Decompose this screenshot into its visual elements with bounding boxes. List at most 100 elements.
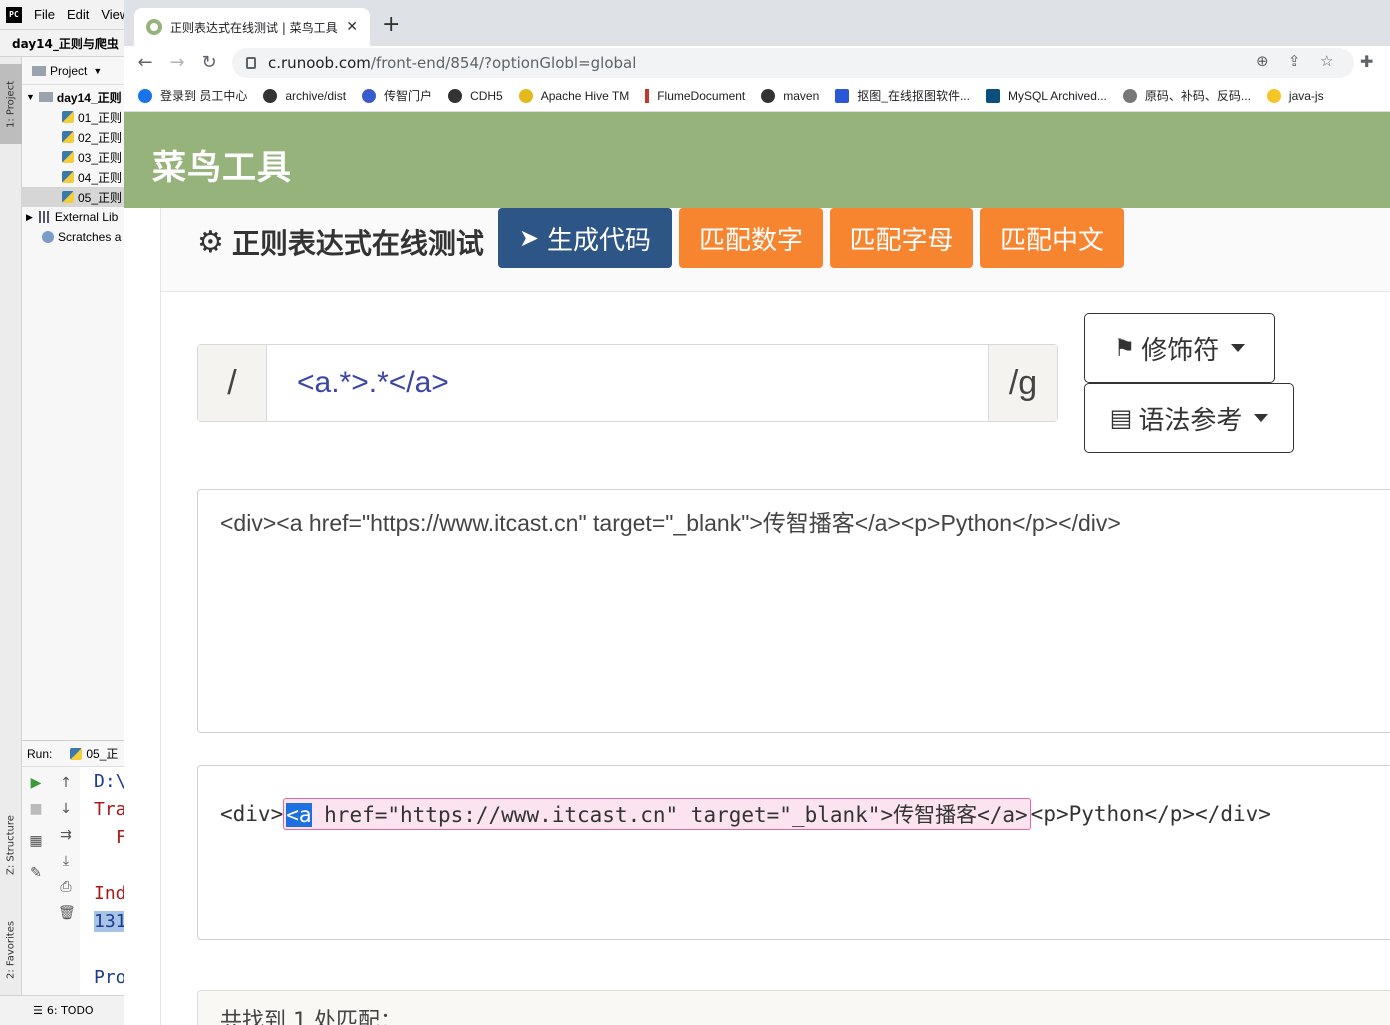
tree-item-file[interactable]: 02_正则 [22, 127, 131, 147]
python-file-icon [62, 131, 74, 143]
zoom-icon[interactable]: ⊕ [1256, 52, 1269, 70]
python-file-icon [62, 151, 74, 163]
github-icon [448, 88, 463, 103]
bookmark-item[interactable]: FlumeDocument [645, 88, 745, 103]
list-icon: ☰ [33, 1004, 43, 1017]
chevron-down-icon[interactable]: ▼ [93, 66, 102, 76]
python-file-icon [62, 171, 74, 183]
match-result-box[interactable]: <div> <a href="https://www.itcast.cn" ta… [197, 765, 1390, 940]
run-panel-header: Run: 05_正 [22, 741, 131, 767]
browser-tab-active[interactable]: 正则表达式在线测试 | 菜鸟工具 ✕ [134, 8, 370, 46]
soft-wrap-icon[interactable]: ⇉ [58, 827, 74, 843]
tab-project[interactable]: 1: Project [0, 64, 22, 144]
expand-arrow-icon[interactable]: ▼ [26, 92, 35, 102]
console-line: Ind [94, 883, 127, 904]
syntax-reference-dropdown[interactable]: ▤ 语法参考 [1084, 383, 1294, 453]
bookmark-label: 传智门户 [384, 89, 433, 103]
caret-down-icon [1254, 414, 1269, 422]
todo-label: 6: TODO [46, 1004, 94, 1017]
bookmarks-bar: 登录到 员工中心 archive/dist 传智门户 CDH5 Apache H… [124, 80, 1390, 112]
extensions-puzzle-icon[interactable]: ✚ [1360, 52, 1373, 71]
result-text-after: <p>Python</p></div> [1030, 802, 1271, 826]
print-icon[interactable]: ⎙ [58, 879, 74, 895]
bookmark-item[interactable]: 原码、补码、反码... [1122, 87, 1251, 104]
run-label: Run: [27, 746, 53, 761]
new-tab-icon[interactable]: + [382, 12, 400, 37]
scratches-icon [42, 231, 54, 243]
project-panel-header[interactable]: Project ▼ [22, 57, 131, 85]
project-folder-icon [32, 65, 46, 76]
trash-icon[interactable]: 🗑 [58, 905, 76, 921]
bookmark-label: 登录到 员工中心 [160, 89, 248, 103]
pin-icon[interactable]: ✎ [28, 865, 44, 881]
library-icon [38, 211, 51, 223]
tree-item-label: 05_正则 [78, 190, 123, 205]
tree-item-file[interactable]: 01_正则 [22, 107, 131, 127]
address-bar[interactable]: c.runoob.com/front-end/854/?optionGlobl=… [232, 48, 1354, 78]
bookmark-item[interactable]: java-js [1266, 88, 1324, 103]
bookmark-item[interactable]: 抠图_在线抠图软件... [835, 87, 970, 104]
modifier-dropdown[interactable]: ⚑ 修饰符 [1084, 313, 1275, 383]
bookmark-item[interactable]: MySQL Archived... [985, 88, 1107, 103]
github-icon [761, 88, 776, 103]
generate-code-button[interactable]: ➤ 生成代码 [498, 208, 672, 268]
tab-structure[interactable]: Z: Structure [0, 800, 22, 890]
tree-item-scratches[interactable]: Scratches a [22, 227, 131, 247]
stop-icon[interactable]: ■ [28, 801, 44, 817]
share-icon[interactable]: ⇪ [1288, 52, 1301, 70]
tree-item-label: External Lib [54, 210, 119, 224]
lock-icon[interactable] [246, 57, 256, 69]
runoob-favicon-icon [146, 19, 162, 35]
tree-item-external-libs[interactable]: ▶ External Lib [22, 207, 131, 227]
bookmark-label: Apache Hive TM [540, 88, 630, 103]
bookmark-item[interactable]: maven [761, 88, 819, 103]
forward-icon[interactable]: → [164, 50, 190, 76]
layout-icon[interactable]: ▦ [28, 833, 44, 849]
tab-favorites[interactable]: 2: Favorites [0, 905, 22, 995]
bookmark-item[interactable]: 传智门户 [362, 87, 432, 104]
panel-heading: ⚙ 正则表达式在线测试 ➤ 生成代码 匹配数字 匹配字母 匹配中文 [161, 208, 1390, 292]
arrow-up-icon[interactable]: ↑ [58, 775, 74, 791]
project-panel: Project ▼ ▼ day14_正则 01_正则 02_正则 03_正则 0… [22, 57, 131, 747]
bookmark-label: 原码、补码、反码... [1144, 89, 1251, 103]
ide-menubar: PC File Edit View [0, 0, 131, 29]
site-logo-title[interactable]: 菜鸟工具 [152, 140, 292, 189]
tab-title: 正则表达式在线测试 | 菜鸟工具 [170, 20, 338, 35]
bookmark-item[interactable]: 登录到 员工中心 [138, 87, 247, 104]
match-chinese-button[interactable]: 匹配中文 [980, 208, 1124, 268]
syntax-label: 语法参考 [1138, 405, 1243, 436]
menu-edit[interactable]: Edit [67, 7, 89, 22]
regex-input[interactable] [297, 366, 988, 400]
tree-item-file[interactable]: 04_正则 [22, 167, 131, 187]
menu-file[interactable]: File [34, 7, 55, 22]
bookmark-item[interactable]: CDH5 [448, 88, 503, 103]
back-icon[interactable]: ← [132, 50, 158, 76]
reload-icon[interactable]: ↻ [196, 50, 222, 76]
bookmark-star-icon[interactable]: ☆ [1320, 52, 1333, 70]
arrow-down-icon[interactable]: ↓ [58, 801, 74, 817]
tree-item-file-selected[interactable]: 05_正则 [22, 187, 131, 207]
pycharm-window: PC File Edit View day14_正则与爬虫 1: Project… [0, 0, 132, 1025]
pycharm-logo-icon: PC [6, 6, 22, 23]
scroll-end-icon[interactable]: ⤓ [58, 853, 74, 869]
todo-tab[interactable]: ☰ 6: TODO [0, 995, 131, 1025]
bookmark-item[interactable]: archive/dist [263, 88, 346, 103]
text-selection: <a [286, 803, 312, 827]
tree-item-file[interactable]: 03_正则 [22, 147, 131, 167]
regex-input-wrapper[interactable] [266, 345, 989, 421]
run-icon[interactable]: ▶ [28, 775, 44, 791]
console-line: D:\ [94, 771, 127, 792]
match-number-button[interactable]: 匹配数字 [679, 208, 823, 268]
expand-arrow-icon[interactable]: ▶ [26, 212, 33, 223]
site-header: 菜鸟工具 [124, 112, 1390, 208]
match-letter-button[interactable]: 匹配字母 [830, 208, 973, 268]
python-file-icon [70, 747, 83, 760]
tree-item-root[interactable]: ▼ day14_正则 [22, 87, 131, 107]
close-tab-icon[interactable]: ✕ [346, 19, 358, 35]
bookmark-item[interactable]: Apache Hive TM [518, 88, 630, 103]
ide-breadcrumb[interactable]: day14_正则与爬虫 [0, 29, 131, 57]
test-text-area[interactable]: <div><a href="https://www.itcast.cn" tar… [197, 489, 1390, 733]
bookmark-favicon-icon [1122, 88, 1137, 103]
bookmark-favicon-icon [1266, 88, 1281, 103]
run-tab-label[interactable]: 05_正 [86, 745, 118, 762]
